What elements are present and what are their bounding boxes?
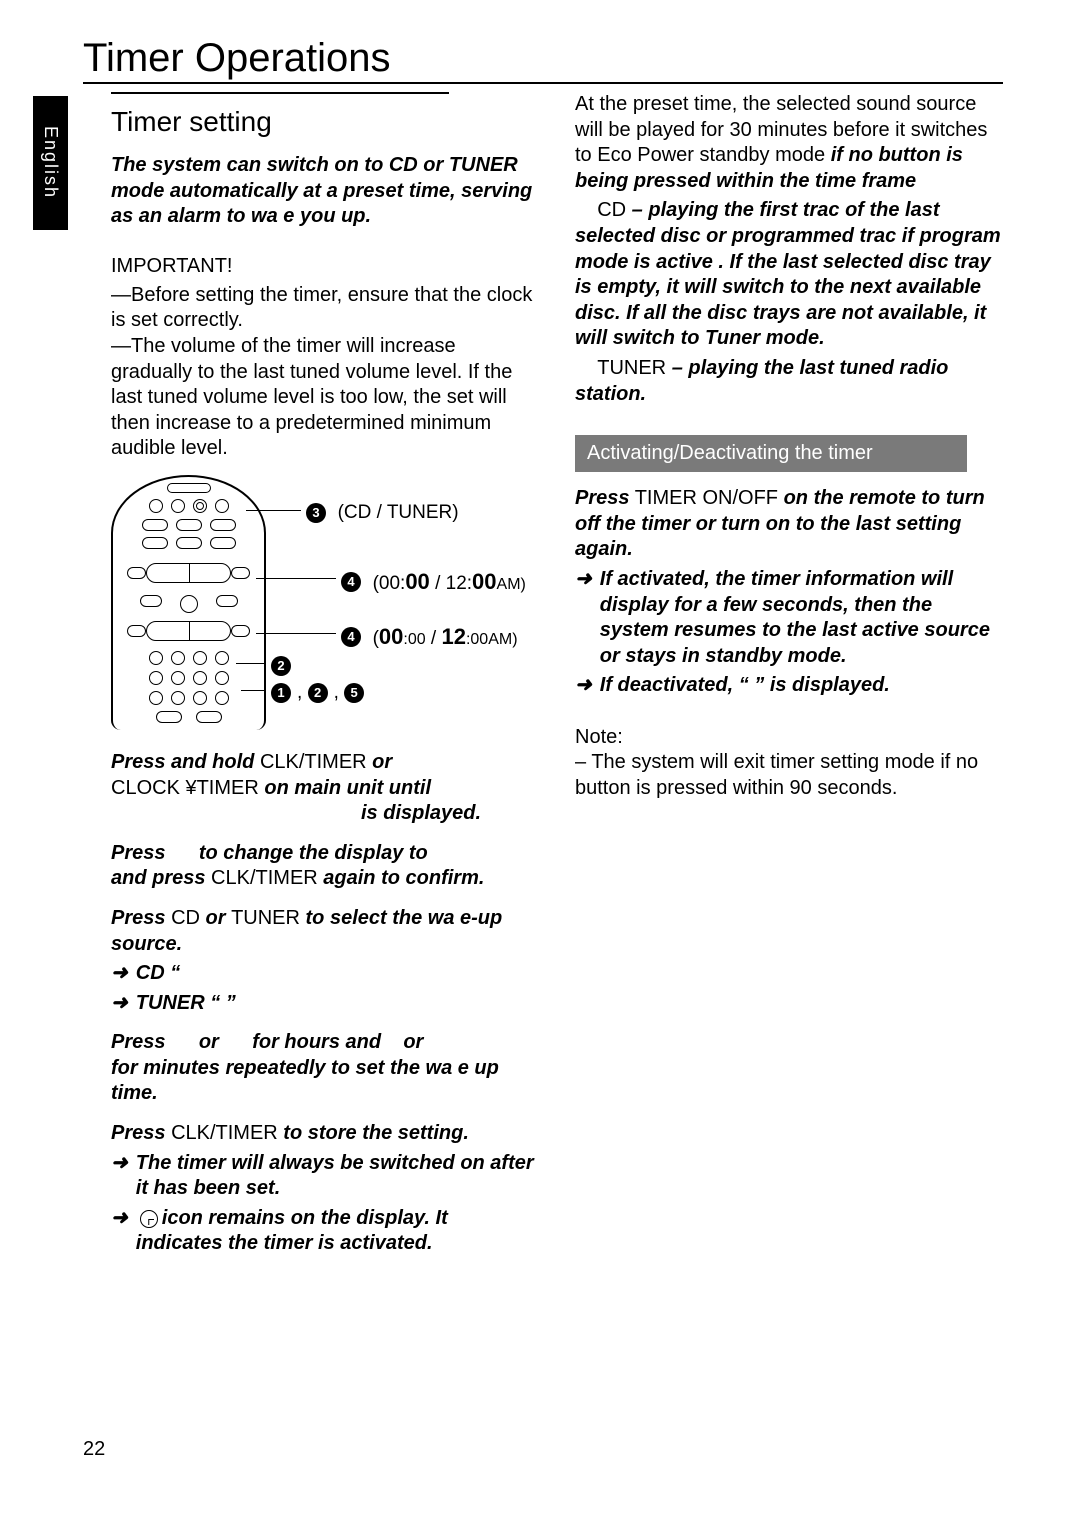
callout-2b-icon: 2 <box>308 683 328 703</box>
activate-paragraph: Press TIMER ON/OFF on the remote to turn… <box>575 486 1003 563</box>
step-2: Press to change the display to and press… <box>111 841 539 892</box>
clock-icon <box>140 1210 158 1228</box>
left-column: Timer setting The system can switch on t… <box>111 92 539 1257</box>
remote-diagram: 3 (CD / TUNER) 4 (00:00 / 12:00AM) 4 (00… <box>111 480 481 730</box>
note-heading: Note: <box>575 725 1003 751</box>
note-body: – The system will exit timer setting mod… <box>575 750 1003 801</box>
language-tab: English <box>33 96 68 230</box>
activating-header: Activating/Deactivating the timer <box>575 435 967 472</box>
important-paragraph-2: —The volume of the timer will increase g… <box>111 334 539 462</box>
step-5: Press CLK/TIMER to store the setting. ➜T… <box>111 1121 539 1257</box>
important-paragraph-1: —Before setting the timer, ensure that t… <box>111 283 539 334</box>
remote-outline <box>111 475 266 730</box>
section-underline <box>111 92 449 94</box>
activate-sub-2: ➜If deactivated, “ ” is displayed. <box>575 673 1003 699</box>
callout-1-icon: 1 <box>271 683 291 703</box>
content-columns: Timer setting The system can switch on t… <box>111 92 1003 1257</box>
callout-3-text: (CD / TUNER) <box>338 502 459 523</box>
step-3: Press CD or TUNER to select the wa e-up … <box>111 906 539 1016</box>
step-1: Press and hold CLK/TIMER or CLOCK ¥TIMER… <box>111 750 539 827</box>
callout-5-icon: 5 <box>344 683 364 703</box>
title-underline <box>83 82 1003 84</box>
preset-paragraph: At the preset time, the selected sound s… <box>575 92 1003 194</box>
section-title: Timer setting <box>111 104 539 139</box>
callout-3-icon: 3 <box>306 503 326 523</box>
right-column: At the preset time, the selected sound s… <box>575 92 1003 1257</box>
callout-2-icon: 2 <box>271 656 291 676</box>
page-number: 22 <box>83 1438 105 1461</box>
callout-4b-icon: 4 <box>341 627 361 647</box>
callout-4a-icon: 4 <box>341 572 361 592</box>
activate-sub-1: ➜If activated, the timer information wil… <box>575 567 1003 669</box>
step-4: Press or for hours and or for minutes re… <box>111 1030 539 1107</box>
intro-paragraph: The system can switch on to CD or TUNER … <box>111 153 539 230</box>
important-heading: IMPORTANT! <box>111 254 539 279</box>
page-title: Timer Operations <box>83 36 391 81</box>
tuner-paragraph: TUNER – playing the last tuned radio sta… <box>575 356 1003 407</box>
cd-paragraph: CD – playing the first trac of the last … <box>575 198 1003 352</box>
callout-4a-text: (00:00 / 12:00AM) <box>373 573 526 594</box>
callout-4b-text: (00:00 / 12:00AM) <box>373 628 518 649</box>
